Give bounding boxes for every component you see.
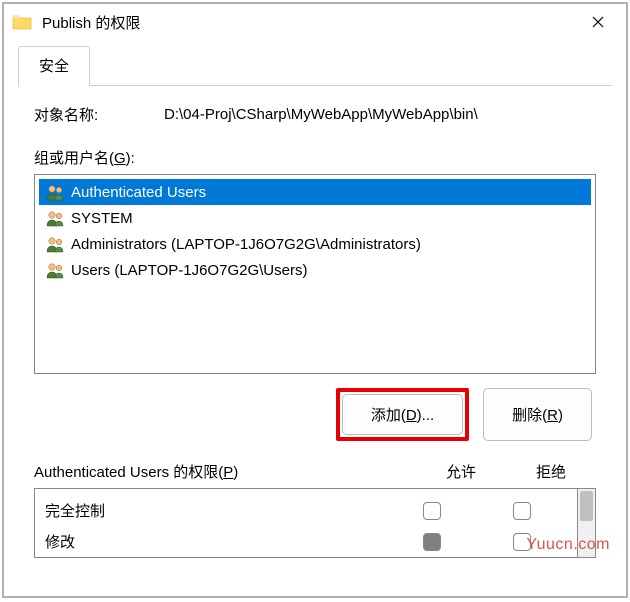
list-item[interactable]: Administrators (LAPTOP-1J6O7G2G\Administ…: [39, 231, 591, 257]
permission-label: 修改: [45, 531, 387, 552]
column-allow: 允许: [416, 461, 506, 482]
remove-button[interactable]: 删除(R): [483, 388, 592, 441]
window-title: Publish 的权限: [42, 12, 578, 33]
tab-security[interactable]: 安全: [18, 46, 90, 86]
group-icon: [45, 209, 67, 227]
object-name-label: 对象名称:: [34, 104, 164, 125]
object-name-row: 对象名称: D:\04-Proj\CSharp\MyWebApp\MyWebAp…: [34, 104, 596, 125]
allow-checkbox[interactable]: [423, 502, 441, 520]
watermark: Yuucn.com: [526, 536, 610, 554]
groups-listbox[interactable]: Authenticated Users SYSTEM Administrator…: [34, 174, 596, 374]
deny-checkbox[interactable]: [513, 502, 531, 520]
tab-row: 安全: [18, 46, 612, 86]
group-icon: [45, 235, 67, 253]
permission-row: 修改: [45, 526, 567, 557]
add-button[interactable]: 添加(D)...: [342, 394, 463, 435]
permissions-label: Authenticated Users 的权限(P): [34, 464, 238, 481]
close-button[interactable]: [578, 7, 618, 37]
allow-checkbox[interactable]: [423, 533, 441, 551]
permission-label: 完全控制: [45, 500, 387, 521]
list-item-label: Users (LAPTOP-1J6O7G2G\Users): [71, 262, 307, 279]
add-button-highlight: 添加(D)...: [336, 388, 469, 441]
folder-icon: [12, 14, 32, 30]
groups-label: 组或用户名(G):: [34, 147, 596, 168]
list-item[interactable]: Authenticated Users: [39, 179, 591, 205]
group-icon: [45, 183, 67, 201]
list-item[interactable]: Users (LAPTOP-1J6O7G2G\Users): [39, 257, 591, 283]
object-name-value: D:\04-Proj\CSharp\MyWebApp\MyWebApp\bin\: [164, 106, 596, 123]
list-item-label: SYSTEM: [71, 210, 133, 227]
titlebar: Publish 的权限: [4, 4, 626, 40]
list-item-label: Authenticated Users: [71, 184, 206, 201]
close-icon: [592, 16, 604, 28]
list-item[interactable]: SYSTEM: [39, 205, 591, 231]
list-item-label: Administrators (LAPTOP-1J6O7G2G\Administ…: [71, 236, 421, 253]
group-icon: [45, 261, 67, 279]
permission-row: 完全控制: [45, 495, 567, 526]
column-deny: 拒绝: [506, 461, 596, 482]
permissions-table: 完全控制修改: [34, 488, 578, 558]
